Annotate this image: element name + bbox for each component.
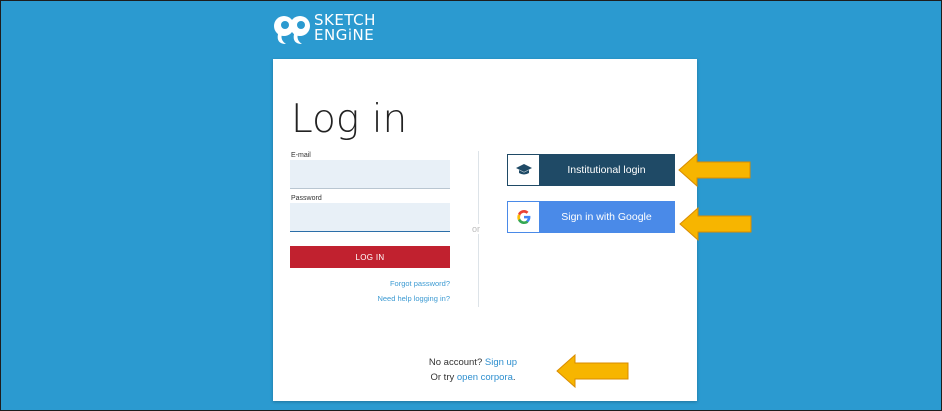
logo-line2: ENGiNE — [314, 26, 375, 44]
password-field[interactable] — [290, 203, 450, 232]
need-help-link[interactable]: Need help logging in? — [377, 294, 450, 303]
email-field[interactable] — [290, 160, 450, 189]
google-g-icon — [508, 202, 539, 232]
try-text: Or try — [430, 372, 455, 383]
open-corpora-link[interactable]: open corpora — [457, 372, 513, 383]
email-label: E-mail — [291, 152, 311, 159]
logo-icon — [274, 16, 310, 44]
logo-text: SKETCH ENGiNE — [314, 13, 376, 43]
sign-up-link[interactable]: Sign up — [485, 357, 517, 368]
login-card: Log in E-mail Password LOG IN Forgot pas… — [273, 59, 697, 401]
institutional-login-button[interactable]: Institutional login — [507, 154, 675, 186]
arrow-left-icon — [678, 152, 751, 188]
no-account-line: No account? Sign up — [423, 357, 523, 368]
open-corpora-line: Or try open corpora. — [423, 372, 523, 383]
period-text: . — [512, 372, 516, 383]
google-signin-label: Sign in with Google — [561, 211, 652, 223]
or-separator: or — [470, 224, 483, 234]
sketch-engine-logo[interactable]: SKETCH ENGiNE — [272, 8, 376, 48]
arrow-left-icon — [556, 353, 629, 389]
password-label: Password — [291, 195, 322, 202]
page-title: Log in — [291, 97, 408, 142]
no-account-text: No account? — [428, 357, 483, 368]
forgot-password-link[interactable]: Forgot password? — [390, 279, 450, 288]
login-button[interactable]: LOG IN — [290, 246, 450, 268]
google-signin-button[interactable]: Sign in with Google — [507, 201, 675, 233]
arrow-left-icon — [679, 206, 752, 242]
graduation-cap-icon — [508, 155, 539, 185]
institutional-login-label: Institutional login — [567, 164, 646, 176]
